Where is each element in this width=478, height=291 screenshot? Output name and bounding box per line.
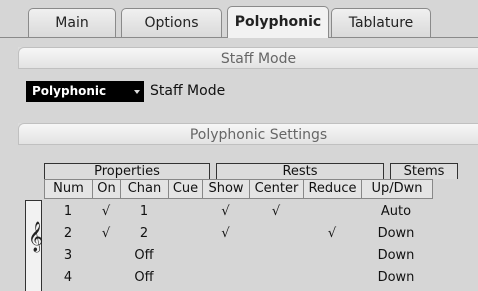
column-header-reduce[interactable]: Reduce [304, 180, 362, 198]
tab-main[interactable]: Main [28, 8, 116, 38]
cell-chan[interactable]: Off [120, 268, 168, 288]
cell-show-checkbox[interactable]: √ [202, 202, 249, 222]
cell-cue-checkbox[interactable] [168, 246, 202, 266]
cell-show-checkbox[interactable]: √ [202, 224, 249, 244]
cell-num: 1 [63, 204, 73, 219]
column-header-center[interactable]: Center [250, 180, 304, 198]
staff-mode-header: Staff Mode [18, 47, 478, 69]
tab-tablature[interactable]: Tablature [331, 8, 431, 38]
column-header-num[interactable]: Num [45, 180, 93, 198]
staff-mode-dropdown[interactable]: Polyphonic [26, 80, 144, 102]
cell-reduce-checkbox[interactable] [303, 202, 361, 222]
cell-num: 2 [63, 226, 73, 241]
staff-mode-label: Staff Mode [150, 83, 226, 99]
cell-show-checkbox[interactable] [202, 268, 249, 288]
table-row[interactable]: 1 √ 1 √ √ Auto [44, 202, 431, 222]
cell-center-checkbox[interactable] [249, 268, 303, 288]
column-header-cue[interactable]: Cue [169, 180, 203, 198]
cell-stems[interactable]: Auto [361, 202, 431, 222]
cell-on-checkbox[interactable] [92, 246, 120, 266]
group-stems: Stems [390, 163, 458, 179]
column-header-on[interactable]: On [93, 180, 121, 198]
cell-cue-checkbox[interactable] [168, 268, 202, 288]
cell-stems[interactable]: Down [361, 246, 431, 266]
staff-mode-row: Polyphonic Staff Mode [26, 80, 225, 102]
cell-cue-checkbox[interactable] [168, 224, 202, 244]
cell-on-checkbox[interactable]: √ [92, 224, 120, 244]
column-header-chan[interactable]: Chan [121, 180, 169, 198]
cell-on-checkbox[interactable] [92, 268, 120, 288]
staff-mode-section: Staff Mode [18, 47, 478, 69]
table-row[interactable]: 3 Off Down [44, 246, 431, 266]
treble-clef-icon: 𝄞 [28, 222, 44, 252]
cell-center-checkbox[interactable] [249, 224, 303, 244]
cell-reduce-checkbox[interactable] [303, 246, 361, 266]
cell-show-checkbox[interactable] [202, 246, 249, 266]
column-header-show[interactable]: Show [203, 180, 250, 198]
cell-on-checkbox[interactable]: √ [92, 202, 120, 222]
cell-chan[interactable]: 2 [120, 224, 168, 244]
table-header-row: Num On Chan Cue Show Center Reduce Up/Dw… [44, 179, 433, 199]
staff-mode-dropdown-value: Polyphonic [32, 83, 107, 98]
polyphonic-settings-header: Polyphonic Settings [18, 123, 478, 145]
chevron-down-icon [134, 89, 140, 94]
cell-num: 3 [63, 248, 73, 263]
cell-center-checkbox[interactable]: √ [249, 202, 303, 222]
column-header-stems[interactable]: Up/Dwn [362, 180, 432, 198]
cell-chan[interactable]: Off [120, 246, 168, 266]
cell-reduce-checkbox[interactable]: √ [303, 224, 361, 244]
cell-cue-checkbox[interactable] [168, 202, 202, 222]
group-rests: Rests [216, 163, 384, 179]
cell-stems[interactable]: Down [361, 268, 431, 288]
tab-polyphonic[interactable]: Polyphonic [227, 6, 329, 38]
cell-chan[interactable]: 1 [120, 202, 168, 222]
cell-num: 4 [63, 270, 73, 285]
group-properties: Properties [44, 163, 210, 179]
tab-options[interactable]: Options [121, 8, 222, 38]
table-row[interactable]: 2 √ 2 √ √ Down [44, 224, 431, 244]
cell-reduce-checkbox[interactable] [303, 268, 361, 288]
cell-center-checkbox[interactable] [249, 246, 303, 266]
cell-stems[interactable]: Down [361, 224, 431, 244]
tab-bar: Main Options Polyphonic Tablature [0, 0, 478, 38]
table-row[interactable]: 4 Off Down [44, 268, 431, 288]
polyphonic-settings-section: Polyphonic Settings [18, 123, 478, 145]
